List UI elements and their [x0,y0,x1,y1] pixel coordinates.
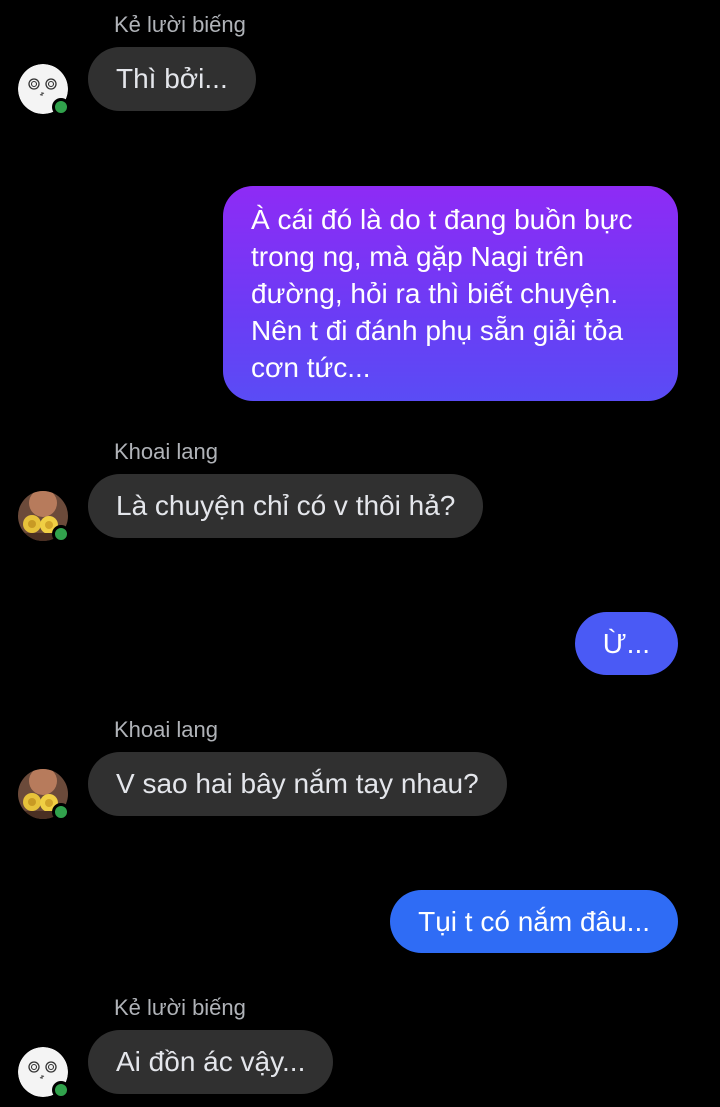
message-bubble-incoming[interactable]: Thì bởi... [88,47,256,111]
online-status-icon [52,525,70,543]
online-status-icon [52,803,70,821]
online-status-icon [52,1081,70,1099]
message-bubble-outgoing[interactable]: Ừ... [574,612,678,675]
message-bubble-incoming[interactable]: V sao hai bây nắm tay nhau? [88,752,507,816]
message-bubble-outgoing[interactable]: À cái đó là do t đang buồn bực trong ng,… [223,186,678,401]
sender-name: Khoai lang [114,439,218,464]
avatar[interactable] [18,1047,70,1099]
online-status-icon [52,98,70,116]
sender-name: Kẻ lười biếng [114,12,246,37]
avatar[interactable] [18,769,70,821]
avatar[interactable] [18,491,70,543]
message-bubble-outgoing[interactable]: Tụi t có nắm đâu... [390,890,678,953]
sender-name: Kẻ lười biếng [114,995,246,1020]
avatar[interactable] [18,64,70,116]
message-bubble-incoming[interactable]: Là chuyện chỉ có v thôi hả? [88,474,484,538]
message-bubble-incoming[interactable]: Ai đồn ác vậy... [88,1030,334,1094]
sender-name: Khoai lang [114,717,218,742]
